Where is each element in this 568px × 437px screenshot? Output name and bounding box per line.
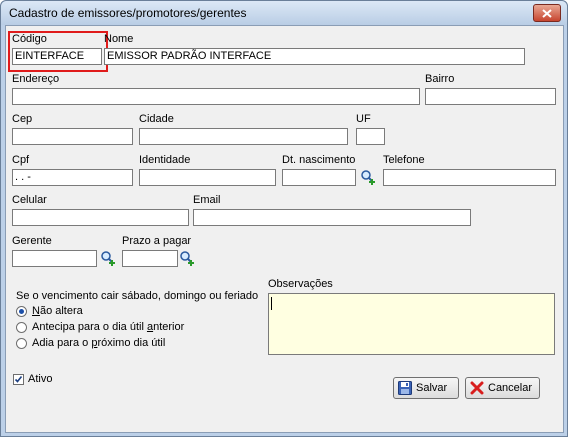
weekend-rule-caption: Se o vencimento cair sábado, domingo ou … xyxy=(16,290,259,302)
checkmark-icon xyxy=(14,376,23,383)
cidade-label: Cidade xyxy=(139,113,174,125)
cancelar-label: Cancelar xyxy=(488,382,533,394)
bairro-label: Bairro xyxy=(425,73,455,85)
uf-label: UF xyxy=(356,113,371,125)
search-lookup-icon[interactable] xyxy=(179,250,195,266)
close-button[interactable] xyxy=(533,4,561,22)
dt-nascimento-field[interactable] xyxy=(282,169,356,186)
bairro-field[interactable] xyxy=(425,88,556,105)
telefone-field[interactable] xyxy=(383,169,556,186)
identidade-field[interactable] xyxy=(139,169,276,186)
codigo-label: Código xyxy=(12,33,47,45)
prazo-label: Prazo a pagar xyxy=(122,235,192,247)
uf-field[interactable] xyxy=(356,128,385,145)
celular-label: Celular xyxy=(12,194,47,206)
search-lookup-icon[interactable] xyxy=(360,169,376,185)
weekend-rule-group: Se o vencimento cair sábado, domingo ou … xyxy=(12,284,260,352)
close-icon xyxy=(542,8,552,18)
cpf-label: Cpf xyxy=(12,154,30,166)
radio-nao-altera[interactable] xyxy=(16,306,27,317)
floppy-disk-icon xyxy=(398,381,412,395)
search-lookup-icon[interactable] xyxy=(100,250,116,266)
cpf-field[interactable]: . . - xyxy=(12,169,133,186)
codigo-field[interactable]: EINTERFACE xyxy=(12,48,102,65)
observacoes-label: Observações xyxy=(268,278,333,290)
text-caret xyxy=(271,297,272,310)
nome-label: Nome xyxy=(104,33,134,45)
dt-nascimento-label: Dt. nascimento xyxy=(282,154,356,166)
email-label: Email xyxy=(193,194,221,206)
radio-antecipa[interactable] xyxy=(16,322,27,333)
dialog-window: Cadastro de emissores/promotores/gerente… xyxy=(0,0,568,437)
nome-field[interactable]: EMISSOR PADRÃO INTERFACE xyxy=(104,48,525,65)
gerente-label: Gerente xyxy=(12,235,52,247)
telefone-label: Telefone xyxy=(383,154,425,166)
identidade-label: Identidade xyxy=(139,154,191,166)
radio-antecipa-label[interactable]: Antecipa para o dia útil anterior xyxy=(32,321,184,333)
form-area: Código EINTERFACE Nome EMISSOR PADRÃO IN… xyxy=(5,25,564,433)
cep-field[interactable] xyxy=(12,128,133,145)
red-x-icon xyxy=(470,381,484,395)
prazo-field[interactable] xyxy=(122,250,178,267)
salvar-label: Salvar xyxy=(416,382,448,394)
radio-adia[interactable] xyxy=(16,338,27,349)
endereco-field[interactable] xyxy=(12,88,420,105)
salvar-button[interactable]: Salvar xyxy=(393,377,459,399)
cidade-field[interactable] xyxy=(139,128,348,145)
radio-nao-altera-label[interactable]: Não altera xyxy=(32,305,83,317)
email-field[interactable] xyxy=(193,209,471,226)
ativo-checkbox[interactable] xyxy=(13,374,24,385)
radio-adia-label[interactable]: Adia para o próximo dia útil xyxy=(32,337,165,349)
ativo-label: Ativo xyxy=(28,373,53,385)
gerente-field[interactable] xyxy=(12,250,97,267)
title-bar[interactable]: Cadastro de emissores/promotores/gerente… xyxy=(1,1,567,25)
celular-field[interactable] xyxy=(12,209,189,226)
cep-label: Cep xyxy=(12,113,33,125)
window-title: Cadastro de emissores/promotores/gerente… xyxy=(9,6,247,20)
cancelar-button[interactable]: Cancelar xyxy=(465,377,540,399)
observacoes-textarea[interactable] xyxy=(268,293,555,355)
endereco-label: Endereço xyxy=(12,73,60,85)
